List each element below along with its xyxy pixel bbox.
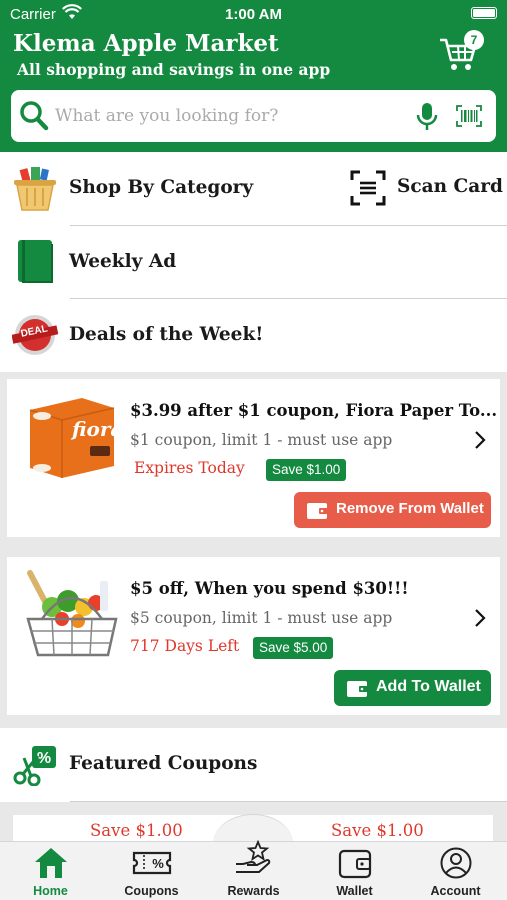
battery-icon	[471, 7, 497, 19]
wallet-icon	[304, 846, 405, 880]
chevron-right-icon	[473, 429, 487, 455]
shop-by-category-label: Shop By Category	[69, 177, 254, 198]
wallet-icon	[306, 500, 328, 524]
deals-list: fiora $3.99 after $1 coupon, Fiora Paper…	[0, 372, 507, 728]
deal-card[interactable]: $5 off, When you spend $30!!! $5 coupon,…	[7, 557, 500, 715]
featured-save-label: Save $1.00	[331, 821, 424, 840]
weekly-ad-label: Weekly Ad	[69, 251, 177, 272]
barcode-scan-icon[interactable]	[456, 105, 482, 131]
home-icon	[0, 846, 101, 880]
tab-rewards-label: Rewards	[227, 884, 280, 898]
save-badge: Save $5.00	[253, 637, 334, 659]
search-icon	[19, 100, 49, 136]
deal-subtitle: $5 coupon, limit 1 - must use app	[130, 609, 393, 627]
tab-account-label: Account	[430, 884, 481, 898]
microphone-icon[interactable]	[416, 102, 438, 136]
featured-coupons-row[interactable]: % Featured Coupons	[0, 728, 507, 802]
tab-wallet[interactable]: Wallet	[304, 842, 405, 900]
remove-from-wallet-button[interactable]: Remove From Wallet	[294, 492, 491, 528]
status-bar: Carrier 1:00 AM	[0, 0, 507, 28]
deal-title: $5 off, When you spend $30!!!	[130, 579, 409, 598]
deal-expiry: Expires Today	[134, 459, 245, 477]
search-input[interactable]	[55, 90, 395, 142]
scan-card-icon	[350, 170, 386, 210]
wallet-icon	[346, 678, 368, 702]
app-header: Klema Apple Market All shopping and savi…	[0, 28, 507, 152]
deal-expiry: 717 Days Left	[130, 637, 240, 655]
coupon-scissors-icon: %	[12, 744, 58, 790]
svg-text:%: %	[37, 750, 51, 767]
remove-from-wallet-label: Remove From Wallet	[336, 500, 484, 517]
svg-text:fiora: fiora	[70, 417, 120, 441]
save-badge: Save $1.00	[266, 459, 347, 481]
chevron-right-icon	[473, 607, 487, 633]
deal-card[interactable]: fiora $3.99 after $1 coupon, Fiora Paper…	[7, 379, 500, 537]
tab-home[interactable]: Home	[0, 842, 101, 900]
tab-home-label: Home	[33, 884, 68, 898]
tab-coupons-label: Coupons	[124, 884, 179, 898]
rewards-icon	[203, 839, 304, 880]
deal-title: $3.99 after $1 coupon, Fiora Paper To...	[130, 401, 498, 420]
deals-of-the-week-label: Deals of the Week!	[69, 324, 264, 345]
shop-by-category-row[interactable]: Shop By Category Scan Card	[0, 152, 507, 226]
deal-subtitle: $1 coupon, limit 1 - must use app	[130, 431, 393, 449]
svg-text:%: %	[152, 856, 164, 871]
tab-bar: Home % Coupons Rewards Wallet Account	[0, 839, 507, 900]
book-icon	[16, 238, 54, 288]
scan-card-label: Scan Card	[397, 176, 503, 197]
paper-towel-product-image: fiora	[22, 394, 123, 484]
featured-coupons-label: Featured Coupons	[69, 753, 258, 774]
search-bar	[11, 90, 496, 142]
tab-account[interactable]: Account	[405, 842, 506, 900]
basket-icon	[11, 166, 59, 216]
grocery-basket-product-image	[22, 567, 122, 667]
featured-save-label: Save $1.00	[90, 821, 183, 840]
deal-badge-icon: DEAL	[11, 313, 59, 361]
coupon-icon: %	[101, 846, 202, 880]
deals-of-the-week-row[interactable]: DEAL Deals of the Week!	[0, 299, 507, 372]
tab-rewards[interactable]: Rewards	[203, 839, 304, 900]
app-title: Klema Apple Market	[13, 30, 279, 57]
cart-count-badge: 7	[464, 30, 484, 50]
tab-wallet-label: Wallet	[336, 884, 373, 898]
account-icon	[405, 846, 506, 880]
add-to-wallet-label: Add To Wallet	[376, 678, 481, 695]
app-subtitle: All shopping and savings in one app	[17, 60, 331, 79]
clock: 1:00 AM	[225, 6, 282, 23]
weekly-ad-row[interactable]: Weekly Ad	[0, 226, 507, 299]
add-to-wallet-button[interactable]: Add To Wallet	[334, 670, 491, 706]
tab-coupons[interactable]: % Coupons	[101, 842, 202, 900]
